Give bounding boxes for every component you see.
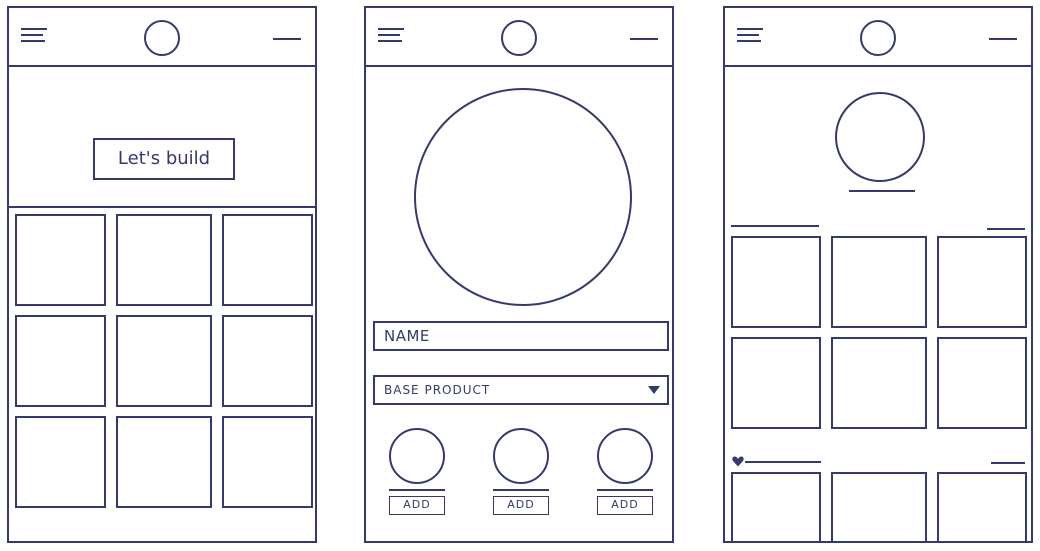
app-header (366, 8, 672, 67)
addon-caption-line (597, 489, 653, 491)
grid-tile[interactable] (116, 214, 212, 306)
section-title-line (745, 461, 821, 463)
grid-tile[interactable] (15, 315, 106, 407)
add-button[interactable]: ADD (389, 496, 445, 515)
section-link-line[interactable] (991, 462, 1025, 464)
addon-image-placeholder (493, 428, 549, 484)
grid-tile[interactable] (937, 236, 1027, 328)
base-product-select[interactable]: BASE PRODUCT (373, 375, 669, 405)
add-button[interactable]: ADD (597, 496, 653, 515)
hero-label: Let's build (93, 138, 235, 180)
addon-image-placeholder (389, 428, 445, 484)
grid-tile[interactable] (831, 236, 927, 328)
divider (9, 206, 315, 208)
add-button[interactable]: ADD (493, 496, 549, 515)
menu-icon[interactable] (21, 28, 47, 44)
logo-icon[interactable] (501, 20, 537, 56)
avatar-caption-line (849, 190, 915, 192)
product-image-placeholder (414, 88, 632, 306)
grid-tile[interactable] (116, 416, 212, 508)
section-title-line (731, 225, 819, 227)
heart-icon (732, 456, 744, 467)
section-link-line[interactable] (987, 228, 1025, 230)
app-header (9, 8, 315, 67)
addon-caption-line (493, 489, 549, 491)
grid-tile[interactable] (116, 315, 212, 407)
avatar (835, 92, 925, 182)
phone-screen-profile (723, 6, 1033, 543)
menu-icon[interactable] (737, 28, 763, 44)
logo-icon[interactable] (144, 20, 180, 56)
grid-tile[interactable] (222, 315, 313, 407)
addon-image-placeholder (597, 428, 653, 484)
grid-tile[interactable] (731, 236, 821, 328)
menu-icon[interactable] (378, 28, 404, 44)
grid-tile[interactable] (15, 416, 106, 508)
phone-screen-home: Let's build (7, 6, 317, 543)
grid-tile[interactable] (15, 214, 106, 306)
caret-down-icon (648, 386, 660, 394)
grid-tile[interactable] (731, 337, 821, 429)
grid-tile[interactable] (222, 214, 313, 306)
grid-tile[interactable] (731, 472, 821, 541)
grid-tile[interactable] (222, 416, 313, 508)
grid-tile[interactable] (937, 337, 1027, 429)
header-right-action[interactable] (630, 38, 658, 40)
base-product-select-value: BASE PRODUCT (384, 383, 491, 397)
header-right-action[interactable] (989, 38, 1017, 40)
grid-tile[interactable] (831, 472, 927, 541)
header-right-action[interactable] (273, 38, 301, 40)
app-header (725, 8, 1031, 67)
addon-caption-line (389, 489, 445, 491)
phone-screen-builder: NAME BASE PRODUCT ADD ADD ADD (364, 6, 674, 543)
logo-icon[interactable] (860, 20, 896, 56)
grid-tile[interactable] (937, 472, 1027, 541)
grid-tile[interactable] (831, 337, 927, 429)
name-field[interactable]: NAME (373, 321, 669, 351)
